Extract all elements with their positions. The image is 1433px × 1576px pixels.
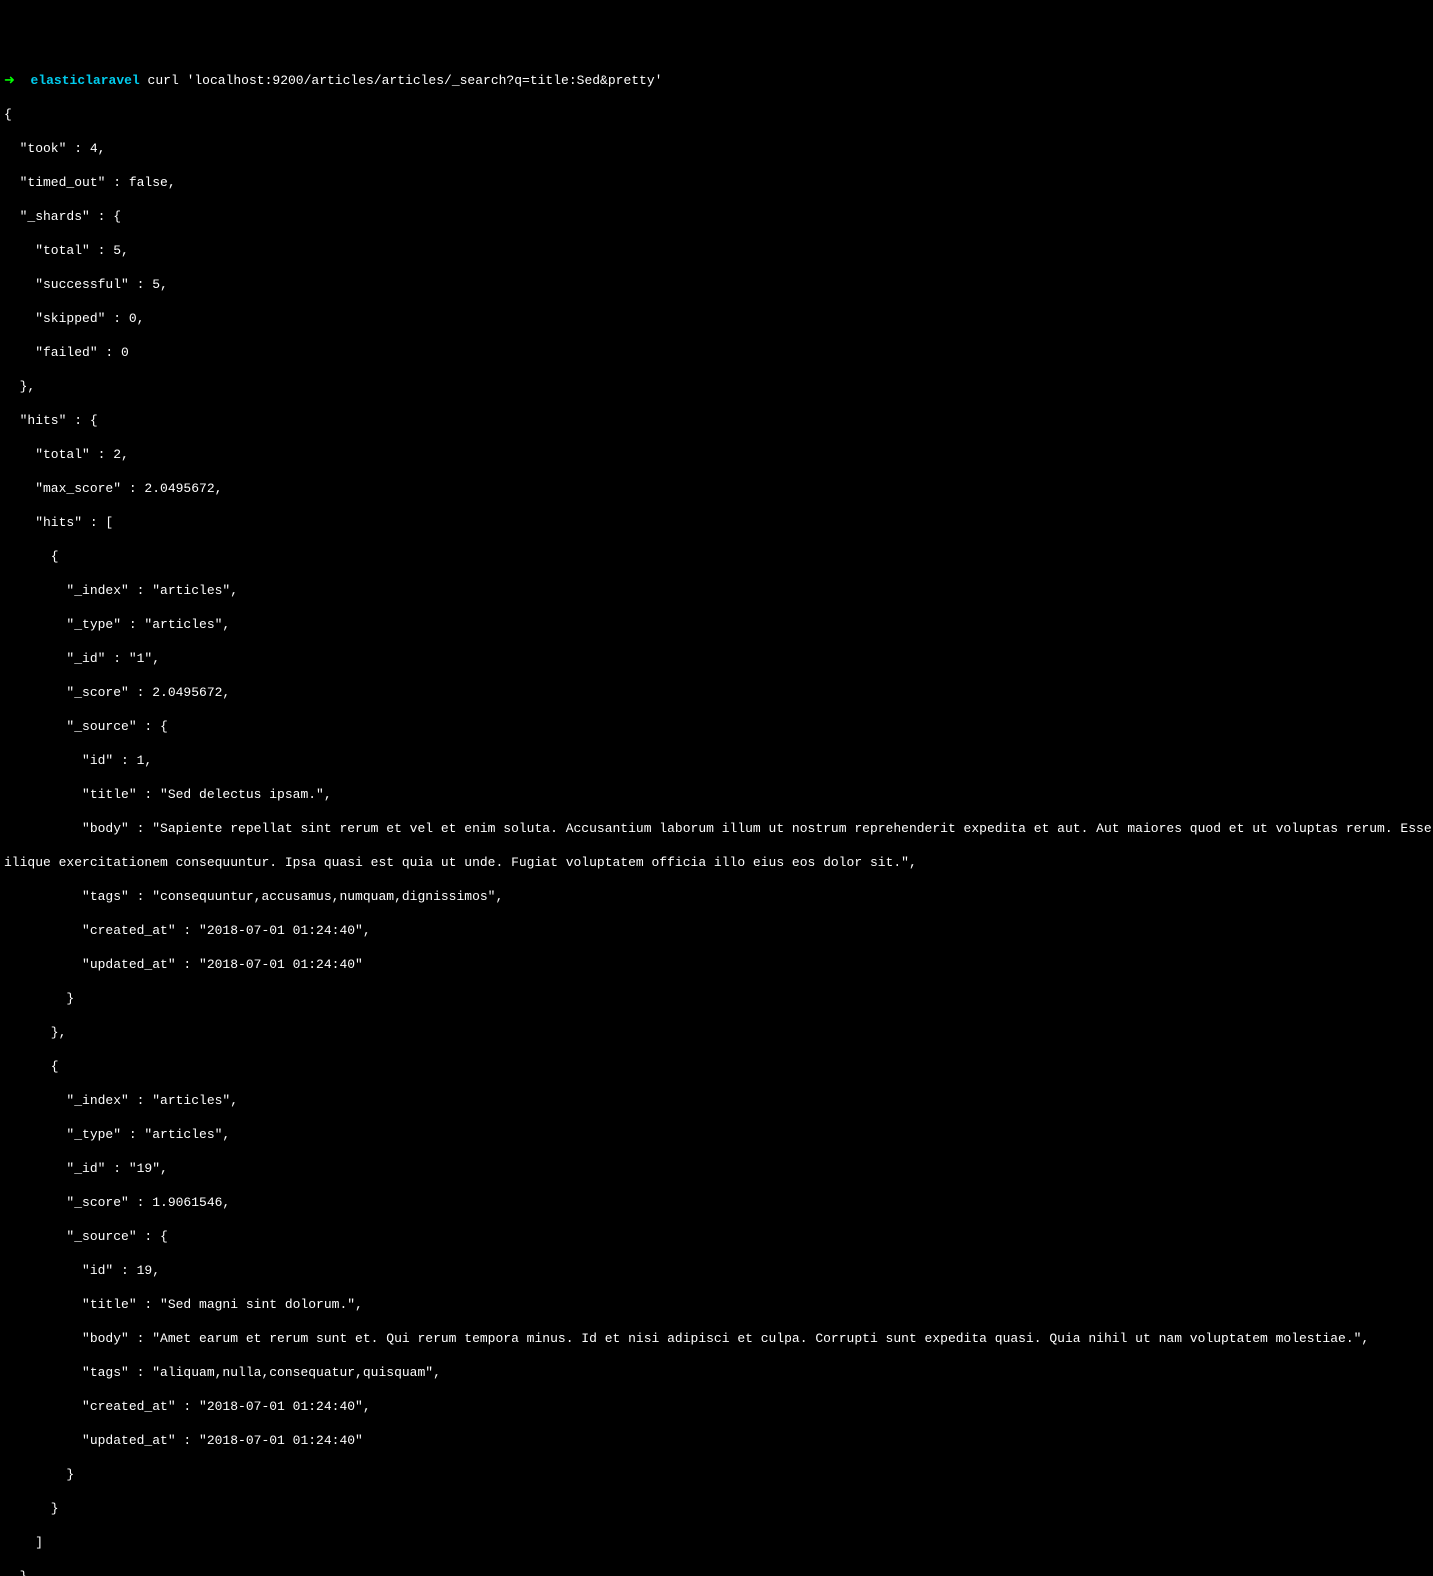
output-line: "tags" : "aliquam,nulla,consequatur,quis…: [0, 1364, 1433, 1381]
output-line: "total" : 2,: [0, 446, 1433, 463]
output-line: }: [0, 1568, 1433, 1576]
output-line: }: [0, 1500, 1433, 1517]
output-line: "_type" : "articles",: [0, 1126, 1433, 1143]
output-line: "skipped" : 0,: [0, 310, 1433, 327]
output-line: }: [0, 990, 1433, 1007]
output-line: "_type" : "articles",: [0, 616, 1433, 633]
output-line: "took" : 4,: [0, 140, 1433, 157]
output-line: },: [0, 1024, 1433, 1041]
output-line: "body" : "Amet earum et rerum sunt et. Q…: [0, 1330, 1433, 1347]
prompt-arrow-icon: ➜: [4, 73, 15, 88]
output-line: "updated_at" : "2018-07-01 01:24:40": [0, 956, 1433, 973]
output-line: "title" : "Sed delectus ipsam.",: [0, 786, 1433, 803]
output-line: "hits" : [: [0, 514, 1433, 531]
output-line: ]: [0, 1534, 1433, 1551]
output-line: "timed_out" : false,: [0, 174, 1433, 191]
output-line: "_index" : "articles",: [0, 1092, 1433, 1109]
output-line: "created_at" : "2018-07-01 01:24:40",: [0, 922, 1433, 939]
output-line: "_source" : {: [0, 1228, 1433, 1245]
output-line: },: [0, 378, 1433, 395]
output-line: }: [0, 1466, 1433, 1483]
output-line: "updated_at" : "2018-07-01 01:24:40": [0, 1432, 1433, 1449]
terminal-prompt-line[interactable]: ➜ elasticlaravel curl 'localhost:9200/ar…: [0, 72, 1433, 89]
output-line: "body" : "Sapiente repellat sint rerum e…: [0, 820, 1433, 837]
prompt-command: curl: [148, 73, 179, 88]
output-line: "_id" : "19",: [0, 1160, 1433, 1177]
output-line: "tags" : "consequuntur,accusamus,numquam…: [0, 888, 1433, 905]
output-line: {: [0, 106, 1433, 123]
output-line: "_score" : 1.9061546,: [0, 1194, 1433, 1211]
output-line: "total" : 5,: [0, 242, 1433, 259]
output-line: {: [0, 548, 1433, 565]
output-line: "id" : 19,: [0, 1262, 1433, 1279]
output-line: "id" : 1,: [0, 752, 1433, 769]
output-line: "max_score" : 2.0495672,: [0, 480, 1433, 497]
output-line: "created_at" : "2018-07-01 01:24:40",: [0, 1398, 1433, 1415]
output-line: "_score" : 2.0495672,: [0, 684, 1433, 701]
output-line: "_shards" : {: [0, 208, 1433, 225]
output-line: "_index" : "articles",: [0, 582, 1433, 599]
output-line: "title" : "Sed magni sint dolorum.",: [0, 1296, 1433, 1313]
output-line: "failed" : 0: [0, 344, 1433, 361]
output-line: ilique exercitationem consequuntur. Ipsa…: [0, 854, 1433, 871]
output-line: "_id" : "1",: [0, 650, 1433, 667]
output-line: {: [0, 1058, 1433, 1075]
output-line: "_source" : {: [0, 718, 1433, 735]
output-line: "successful" : 5,: [0, 276, 1433, 293]
prompt-arg: 'localhost:9200/articles/articles/_searc…: [187, 73, 663, 88]
output-line: "hits" : {: [0, 412, 1433, 429]
prompt-directory: elasticlaravel: [31, 73, 140, 88]
